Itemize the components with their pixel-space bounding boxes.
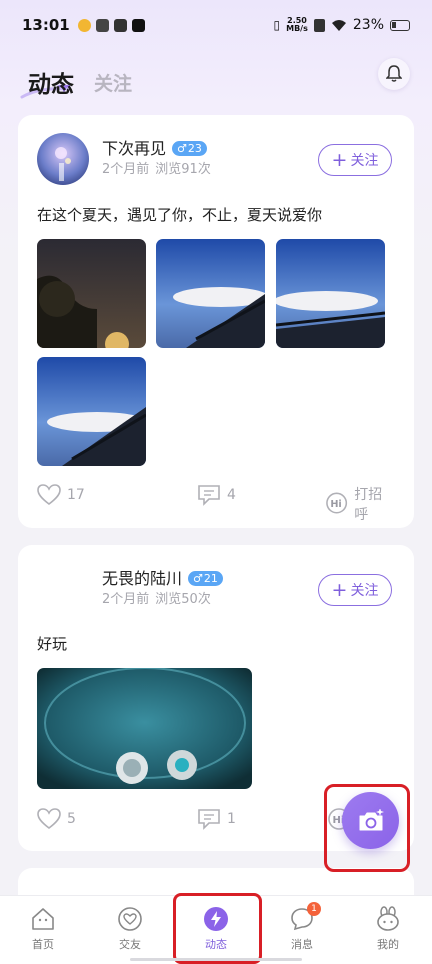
status-bar: 13:01 ▯ 2.50 MB/s 23% [0,0,432,50]
post-actions: 17 4 Hi 打招呼 [37,484,395,523]
status-time: 13:01 [22,16,70,34]
like-button[interactable]: 5 [37,808,76,830]
feed-header: 动态 关注 [0,55,432,107]
tab-friends[interactable]: 交友 [100,906,160,952]
follow-button[interactable]: + 关注 [318,144,392,176]
hi-icon: Hi [326,492,348,514]
post-time: 2个月前 [102,162,150,177]
post-card[interactable]: 下次再见 ♂ 23 2个月前 浏览91次 + 关注 在这个夏天，遇见了你，不止，夏天说爱… [18,115,414,528]
home-icon [32,908,54,930]
comment-icon [198,809,220,830]
network-speed: 2.50 MB/s [286,16,308,33]
post-text: 好玩 [37,635,68,653]
tab-messages[interactable]: 1 消息 [272,902,332,952]
bunny-icon [377,906,399,931]
tiktok-icon [131,18,145,32]
mail-icon [113,18,127,32]
tab-guanzhu[interactable]: 关注 [94,69,132,96]
comment-button[interactable]: 1 [197,808,236,830]
post-views: 浏览50次 [155,592,211,607]
avatar[interactable] [37,563,89,615]
sim-icon [313,18,325,32]
battery-level: 23% [352,17,384,33]
post-photo[interactable] [37,668,252,789]
avatar[interactable] [37,133,89,185]
username[interactable]: 无畏的陆川 ♂ 21 [102,565,223,589]
bell-icon [386,65,402,82]
follow-button[interactable]: + 关注 [318,574,392,606]
tab-home[interactable]: 首页 [13,906,73,952]
notification-button[interactable] [378,58,410,90]
like-button[interactable]: 17 [37,484,85,506]
post-photo[interactable] [37,239,146,348]
wifi-icon [331,19,346,31]
username[interactable]: 下次再见 ♂ 23 [102,135,207,159]
app-icon [95,18,109,32]
battery-icon [390,19,410,31]
svg-text:Hi: Hi [330,499,341,510]
post-text: 在这个夏天，遇见了你，不止，夏天说爱你 [37,206,323,224]
post-photo[interactable] [156,239,265,348]
highlight-box [324,784,410,872]
gender-age-badge: ♂ 21 [188,571,223,586]
post-photo[interactable] [37,357,146,466]
post-views: 浏览91次 [155,162,211,177]
post-time: 2个月前 [102,592,150,607]
highlight-box [173,893,262,964]
home-indicator [130,958,302,961]
post-meta: 2个月前 浏览91次 [102,158,217,177]
heart-icon [37,808,61,830]
plus-icon: + [331,149,348,171]
comment-button[interactable]: 4 [197,484,236,506]
greet-button[interactable]: Hi 打招呼 [325,484,395,524]
post-photo[interactable] [276,239,385,348]
weibo-icon [77,18,91,32]
heart-circle-icon [118,907,142,931]
tab-profile[interactable]: 我的 [358,906,418,952]
comment-icon [198,485,220,506]
tab-dongtai[interactable]: 动态 [20,65,74,99]
plus-icon: + [331,579,348,601]
vibrate-icon: ▯ [273,18,281,32]
heart-icon [37,484,61,506]
gender-age-badge: ♂ 23 [172,141,207,156]
post-meta: 2个月前 浏览50次 [102,588,217,607]
unread-badge: 1 [307,902,321,916]
